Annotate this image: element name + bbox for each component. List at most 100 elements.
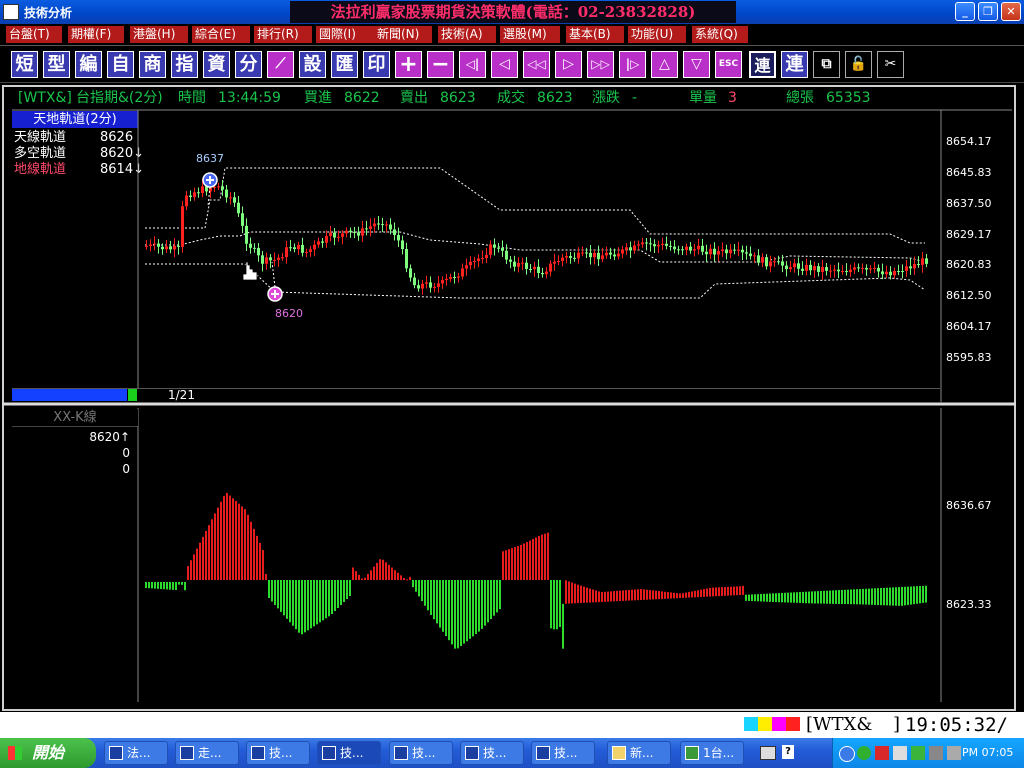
histogram-bar — [655, 590, 657, 600]
candle-body — [497, 247, 500, 249]
candle-body — [333, 232, 336, 238]
task-label: 走... — [198, 746, 222, 760]
histogram-bar — [385, 562, 387, 580]
task-button[interactable]: 1台... — [680, 741, 744, 765]
histogram-bar — [565, 580, 567, 604]
histogram-bar — [331, 580, 333, 614]
histogram-bar — [304, 580, 306, 633]
histogram-bar — [643, 589, 645, 600]
tray-network-icon[interactable] — [857, 746, 871, 760]
candle-body — [693, 249, 696, 251]
histogram-bar — [166, 582, 168, 590]
task-button[interactable]: 技... — [531, 741, 595, 765]
histogram-bar — [859, 589, 861, 605]
histogram-bar — [295, 580, 297, 630]
histogram-bar — [511, 548, 513, 580]
candle-body — [157, 243, 160, 247]
candle-body — [781, 261, 784, 266]
histogram-bar — [328, 580, 330, 617]
histogram-bar — [433, 580, 435, 620]
histogram-bar — [850, 589, 852, 605]
histogram-bar — [478, 580, 480, 632]
histogram-bar — [925, 585, 927, 603]
histogram-bar — [460, 580, 462, 646]
tray-device-icon[interactable] — [947, 746, 961, 760]
candle-body — [501, 247, 504, 251]
histogram-bar — [298, 580, 300, 633]
candle-body — [285, 247, 288, 258]
histogram-bar — [454, 580, 456, 649]
candle-body — [617, 253, 620, 257]
histogram-bar — [403, 577, 405, 580]
histogram-bar — [874, 588, 876, 605]
task-button[interactable]: 技... — [389, 741, 453, 765]
keyboard-icon[interactable] — [760, 746, 776, 760]
windows-logo-icon — [8, 746, 22, 760]
candle-body — [485, 254, 488, 259]
sub-chart-value: 0 — [122, 462, 130, 476]
candle-body — [249, 243, 252, 248]
histogram-bar — [736, 586, 738, 596]
sub-chart-title[interactable]: XX-K線 — [12, 409, 138, 426]
histogram-bar — [853, 589, 855, 605]
histogram-bar — [406, 579, 408, 581]
histogram-bar — [769, 593, 771, 602]
histogram-bar — [451, 580, 453, 645]
candle-body — [257, 247, 260, 256]
candle-body — [269, 257, 272, 261]
candle-body — [341, 233, 344, 237]
candle-body — [197, 192, 200, 194]
histogram-bar — [418, 580, 420, 597]
task-button[interactable]: 技... — [460, 741, 524, 765]
task-button[interactable]: 新... — [607, 741, 671, 765]
candle-body — [681, 249, 684, 251]
candle-body — [201, 186, 204, 194]
histogram-bar — [724, 587, 726, 596]
task-label: 技... — [554, 746, 578, 760]
price-chart[interactable]: 8654.17 8645.83 8637.50 8629.17 8620.83 8612.… — [0, 0, 1024, 712]
histogram-bar — [550, 580, 552, 629]
tray-arrow-icon[interactable] — [839, 746, 855, 762]
histogram-bar — [811, 591, 813, 604]
candle-body — [481, 258, 484, 260]
chart-app-icon — [251, 746, 265, 760]
candle-body — [881, 271, 884, 275]
task-button[interactable]: 技... — [317, 741, 381, 765]
price-axis-label: 8629.17 — [946, 228, 992, 241]
histogram-bar — [439, 580, 441, 628]
histogram-bar — [313, 580, 315, 627]
histogram-bar — [292, 580, 294, 626]
tray-security-icon[interactable] — [875, 746, 889, 760]
sub-axis-label: 8636.67 — [946, 499, 992, 512]
candle-body — [441, 280, 444, 284]
candle-body — [297, 244, 300, 250]
histogram-bar — [190, 560, 192, 580]
start-button[interactable]: 開始 — [0, 738, 96, 768]
histogram-bar — [343, 580, 345, 602]
histogram-bar — [556, 580, 558, 630]
help-icon[interactable]: ? — [782, 745, 794, 759]
histogram-bar — [601, 592, 603, 602]
task-button[interactable]: 技... — [246, 741, 310, 765]
tray-misc-icon[interactable] — [929, 746, 943, 760]
candle-body — [169, 246, 172, 250]
scroll-thumb[interactable] — [12, 389, 127, 401]
candle-body — [421, 283, 424, 289]
price-axis-label: 8604.17 — [946, 320, 992, 333]
candle-body — [721, 249, 724, 252]
task-button[interactable]: 法... — [104, 741, 168, 765]
candle-body — [697, 245, 700, 250]
chart-scroll-bar[interactable] — [12, 388, 940, 403]
task-button[interactable]: 走... — [175, 741, 239, 765]
status-magenta-block — [772, 717, 786, 731]
tray-app-icon[interactable] — [911, 746, 925, 760]
sub-chart-value: 0 — [122, 446, 130, 460]
tray-volume-icon[interactable] — [893, 746, 907, 760]
histogram-bar — [367, 574, 369, 580]
candle-body — [369, 226, 372, 229]
histogram-bar — [661, 591, 663, 599]
histogram-bar — [187, 566, 189, 580]
histogram-bar — [814, 591, 816, 604]
candle-body — [365, 228, 368, 230]
histogram-bar — [307, 580, 309, 631]
